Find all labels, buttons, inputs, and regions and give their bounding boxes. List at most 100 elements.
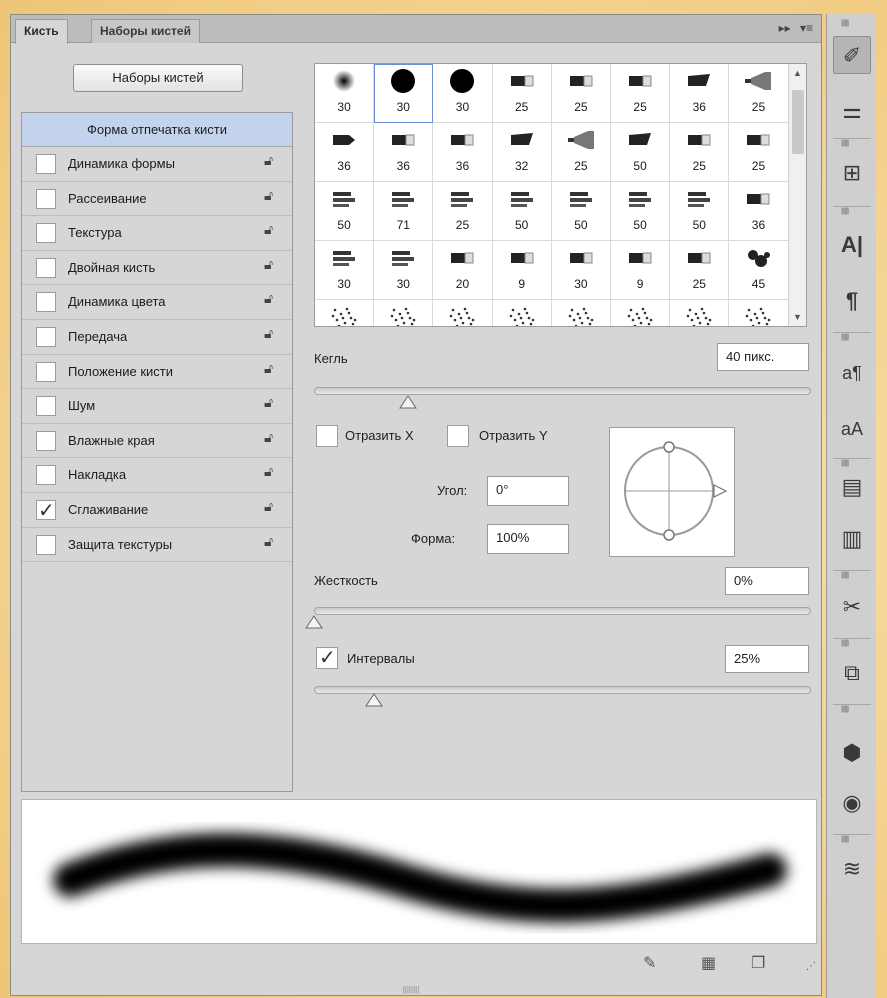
size-slider[interactable] — [314, 387, 811, 395]
character-styles-icon[interactable]: a¶ — [833, 354, 871, 392]
brush-tip-cell[interactable] — [670, 300, 730, 326]
clone-source-icon[interactable]: ⊞ — [833, 154, 871, 192]
sidebar-item-checkbox[interactable] — [36, 534, 56, 555]
brush-grid-scrollbar[interactable]: ▲ ▼ — [788, 64, 806, 326]
brush-tip-cell[interactable]: 30 — [315, 64, 375, 123]
brush-tip-cell[interactable]: 25 — [729, 123, 789, 182]
sidebar-item-checkbox[interactable] — [36, 257, 56, 278]
sidebar-item-checkbox[interactable] — [36, 292, 56, 313]
hardness-field[interactable]: 0% — [725, 567, 809, 595]
notes-icon[interactable]: ▤ — [833, 468, 871, 506]
resize-grip-icon[interactable]: ⋰ — [806, 961, 816, 972]
brush-tip-cell[interactable]: 25 — [492, 64, 552, 123]
sidebar-item[interactable]: Текстура 🔓︎ — [22, 216, 292, 251]
paragraph-styles-icon[interactable]: aA — [833, 410, 871, 448]
brush-tip-cell[interactable]: 30 — [374, 64, 434, 123]
panel-drag-grip[interactable]: |||||||| — [371, 985, 451, 995]
brush-tip-cell[interactable]: 9 — [492, 241, 552, 300]
hardness-slider-knob[interactable] — [305, 615, 323, 629]
angle-field[interactable]: 0° — [487, 476, 569, 506]
brush-tip-cell[interactable]: 50 — [492, 182, 552, 241]
brush-tip-cell[interactable] — [493, 300, 552, 326]
brush-tip-cell[interactable]: 36 — [315, 123, 375, 182]
brush-tip-cell[interactable]: 50 — [670, 182, 730, 241]
lock-icon[interactable]: 🔓︎ — [264, 464, 273, 480]
brush-tip-cell[interactable]: 25 — [551, 123, 611, 182]
tab-brush[interactable]: Кисть — [15, 19, 68, 44]
lights-icon[interactable]: ◉ — [833, 784, 871, 822]
sidebar-item-checkbox[interactable] — [36, 154, 56, 174]
glyphs-icon[interactable]: ▥ — [833, 520, 871, 558]
dock-grip[interactable]: ||||||||| — [841, 572, 863, 579]
brush-tip-cell[interactable] — [552, 300, 611, 326]
lock-icon[interactable]: 🔓︎ — [264, 499, 273, 515]
brush-presets-icon[interactable]: ⚌ — [833, 92, 871, 130]
brush-tip-cell[interactable]: 50 — [611, 182, 671, 241]
character-icon[interactable]: A| — [833, 226, 871, 264]
brush-tip-cell[interactable]: 25 — [611, 64, 671, 123]
spacing-checkbox[interactable] — [316, 645, 338, 670]
sidebar-item[interactable]: Двойная кисть 🔓︎ — [22, 251, 292, 286]
dock-grip[interactable]: ||||||||| — [841, 640, 863, 647]
brush-tip-cell[interactable]: 30 — [374, 241, 434, 300]
sidebar-item-checkbox[interactable] — [36, 498, 56, 523]
panel-menu-icon[interactable]: ▾≡ — [800, 21, 813, 35]
dock-grip[interactable]: ||||||||| — [841, 706, 863, 713]
3d-icon[interactable]: ⧉ — [833, 654, 871, 692]
sidebar-item[interactable]: Положение кисти 🔓︎ — [22, 355, 292, 390]
brush-tip-cell[interactable]: 36 — [374, 123, 434, 182]
sidebar-item-checkbox[interactable] — [36, 430, 56, 451]
brush-tip-cell[interactable]: 20 — [433, 241, 493, 300]
angle-roundness-widget[interactable] — [609, 427, 735, 557]
lock-icon[interactable]: 🔓︎ — [264, 291, 273, 307]
brush-tip-cell[interactable]: 30 — [433, 64, 493, 123]
brush-tip-cell[interactable] — [433, 300, 493, 326]
lock-icon[interactable]: 🔓︎ — [264, 257, 273, 273]
lock-icon[interactable]: 🔓︎ — [264, 430, 273, 446]
brush-tip-cell[interactable]: 36 — [729, 182, 789, 241]
dock-grip[interactable]: ||||||||| — [841, 460, 863, 467]
spacing-field[interactable]: 25% — [725, 645, 809, 673]
sidebar-item[interactable]: Защита текстуры 🔓︎ — [22, 528, 292, 563]
brush-icon[interactable]: ✐ — [833, 36, 871, 74]
dock-grip[interactable]: ||||||||| — [841, 140, 863, 147]
brush-tip-cell[interactable]: 50 — [611, 123, 671, 182]
brush-tip-cell[interactable]: 25 — [729, 64, 789, 123]
brush-tip-cell[interactable]: 50 — [315, 182, 375, 241]
brush-tip-cell[interactable]: 36 — [433, 123, 493, 182]
sidebar-item[interactable]: Сглаживание 🔓︎ — [22, 493, 292, 528]
brush-tip-cell[interactable] — [374, 300, 434, 326]
create-brush-icon[interactable]: ❐ — [751, 953, 765, 973]
materials-icon[interactable]: ⬢ — [833, 734, 871, 772]
brush-tip-shape-item[interactable]: Форма отпечатка кисти — [22, 113, 292, 147]
sidebar-item[interactable]: Накладка 🔓︎ — [22, 458, 292, 493]
sidebar-item-checkbox[interactable] — [36, 188, 56, 209]
sidebar-item[interactable]: Динамика цвета 🔓︎ — [22, 285, 292, 320]
lock-icon[interactable]: 🔓︎ — [264, 153, 273, 169]
flip-y-checkbox[interactable] — [447, 425, 469, 447]
lock-icon[interactable]: 🔓︎ — [264, 222, 273, 238]
brush-tip-grid[interactable]: 30 30 30 25 25 25 36 25 36 36 36 32 25 50 25 25 50 71 25 50… — [314, 63, 807, 327]
spacing-slider-knob[interactable] — [364, 693, 383, 707]
brush-tip-cell[interactable]: 50 — [551, 182, 611, 241]
scroll-down-icon[interactable]: ▼ — [793, 312, 802, 322]
sidebar-item[interactable]: Шум 🔓︎ — [22, 389, 292, 424]
brush-tip-cell[interactable]: 25 — [670, 123, 730, 182]
scroll-thumb[interactable] — [792, 90, 804, 154]
brush-tip-cell[interactable] — [729, 300, 789, 326]
brush-tip-cell[interactable]: 45 — [729, 241, 789, 300]
brush-presets-button[interactable]: Наборы кистей — [73, 64, 243, 92]
size-field[interactable]: 40 пикс. — [717, 343, 809, 371]
tools-icon[interactable]: ✂ — [833, 588, 871, 626]
brush-tip-cell[interactable]: 9 — [611, 241, 671, 300]
sidebar-item-checkbox[interactable] — [36, 326, 56, 347]
brush-tip-cell[interactable]: 30 — [315, 241, 375, 300]
paragraph-icon[interactable]: ¶ — [833, 282, 871, 320]
sidebar-item[interactable]: Передача 🔓︎ — [22, 320, 292, 355]
brush-tip-cell[interactable]: 30 — [551, 241, 611, 300]
sidebar-item[interactable]: Рассеивание 🔓︎ — [22, 182, 292, 217]
sidebar-item-checkbox[interactable] — [36, 361, 56, 382]
sidebar-item-checkbox[interactable] — [36, 465, 56, 486]
toggle-live-tip-icon[interactable]: ✎ — [643, 953, 656, 973]
dock-grip[interactable]: ||||||||| — [841, 20, 863, 27]
